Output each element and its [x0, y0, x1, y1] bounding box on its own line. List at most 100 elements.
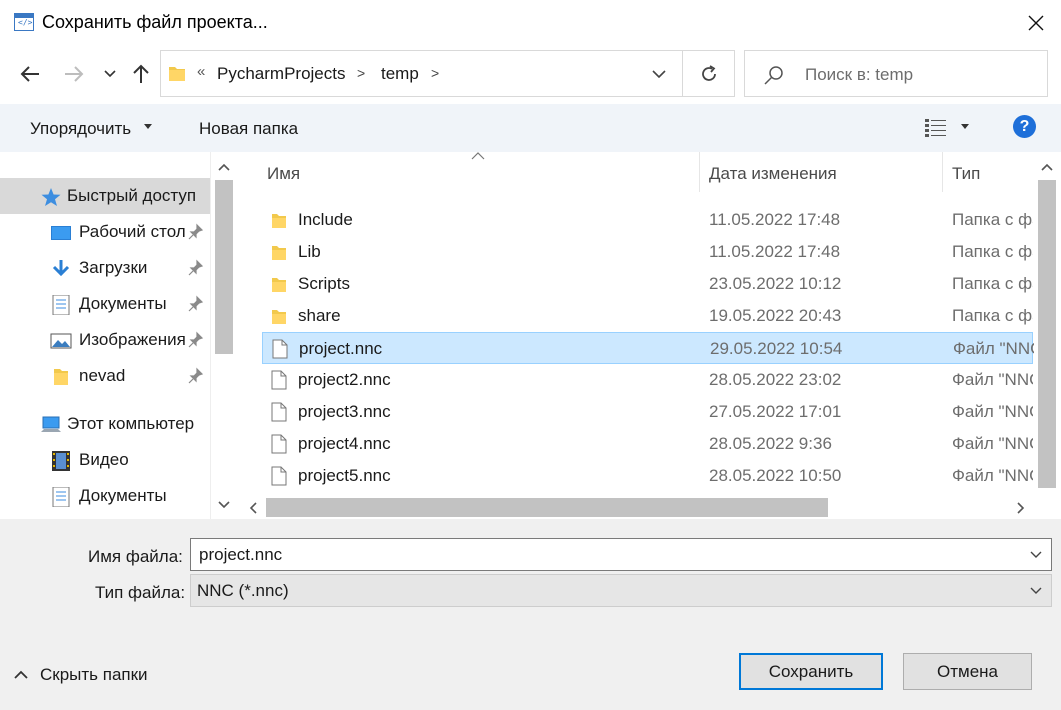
sidebar-item-desktop[interactable]: Рабочий стол — [0, 214, 210, 250]
file-date: 19.05.2022 20:43 — [709, 306, 842, 325]
column-type[interactable]: Тип — [952, 164, 980, 184]
file-list-horizontal-scrollbar[interactable] — [240, 495, 1037, 519]
save-options-panel: Имя файла: project.nnc Тип файла: NNC (*… — [0, 519, 1061, 710]
arrow-up-icon — [133, 64, 149, 83]
scroll-right-button[interactable] — [1012, 499, 1030, 517]
download-icon — [52, 260, 70, 277]
pin-icon[interactable] — [188, 295, 204, 313]
pin-icon[interactable] — [188, 367, 204, 385]
sidebar-item-quick-access[interactable]: Быстрый доступ — [0, 178, 210, 214]
file-icon — [271, 434, 287, 454]
organize-button[interactable]: Упорядочить — [30, 119, 131, 139]
sidebar-item-label: Этот компьютер — [67, 414, 195, 433]
file-row[interactable]: project5.nnc 28.05.2022 10:50 Файл "NNC" — [262, 460, 1033, 492]
chevron-up-icon — [218, 163, 230, 171]
back-button[interactable] — [16, 60, 44, 88]
folder-icon — [272, 310, 286, 324]
scroll-thumb[interactable] — [1038, 180, 1056, 488]
folder-icon — [272, 278, 286, 292]
scroll-thumb[interactable] — [215, 180, 233, 354]
sidebar-item-label: Рабочий стол — [79, 222, 185, 241]
folder-icon — [169, 67, 185, 81]
chevron-down-icon — [218, 501, 230, 509]
file-name: project.nnc — [299, 339, 383, 358]
sidebar-item-downloads[interactable]: Загрузки — [0, 250, 210, 286]
caret-down-icon[interactable] — [961, 124, 969, 129]
filetype-dropdown-button[interactable] — [1027, 582, 1045, 600]
file-type: Папка с файлами — [952, 274, 1033, 293]
filename-value[interactable]: project.nnc — [199, 545, 282, 565]
pin-icon[interactable] — [188, 331, 204, 349]
sidebar-item-documents-pc[interactable]: Документы — [0, 478, 210, 514]
caret-down-icon[interactable] — [144, 124, 152, 129]
column-divider[interactable] — [699, 152, 700, 192]
column-name[interactable]: Имя — [267, 164, 300, 184]
file-row[interactable]: share 19.05.2022 20:43 Папка с файлами — [262, 300, 1033, 332]
column-date[interactable]: Дата изменения — [709, 164, 837, 184]
breadcrumb-separator[interactable]: > — [357, 65, 365, 81]
sidebar-item-label: Загрузки — [79, 258, 148, 277]
sidebar-item-pictures[interactable]: Изображения — [0, 322, 210, 358]
sidebar-item-nevad[interactable]: nevad — [0, 358, 210, 394]
file-date: 27.05.2022 17:01 — [709, 402, 842, 421]
scroll-thumb[interactable] — [266, 498, 828, 517]
breadcrumb-overflow[interactable]: « — [197, 63, 205, 80]
file-row[interactable]: Include 11.05.2022 17:48 Папка с файлами — [262, 204, 1033, 236]
scroll-up-button[interactable] — [211, 158, 237, 176]
breadcrumb-separator[interactable]: > — [431, 65, 439, 81]
address-dropdown-button[interactable] — [647, 63, 671, 85]
file-date: 11.05.2022 17:48 — [709, 210, 841, 229]
file-date: 11.05.2022 17:48 — [709, 242, 841, 261]
filename-dropdown-button[interactable] — [1027, 546, 1045, 564]
pin-icon[interactable] — [188, 259, 204, 277]
column-divider[interactable] — [942, 152, 943, 192]
scroll-up-button[interactable] — [1033, 158, 1061, 176]
breadcrumb-item[interactable]: PycharmProjects — [217, 64, 345, 84]
column-header: Имя Дата изменения Тип — [236, 152, 1033, 196]
sidebar-item-label: Документы — [79, 486, 167, 505]
close-button[interactable] — [1010, 0, 1061, 46]
address-bar[interactable]: « PycharmProjects > temp > — [160, 50, 735, 97]
forward-button[interactable] — [60, 60, 88, 88]
filetype-label: Тип файла: — [95, 583, 186, 602]
file-date: 28.05.2022 10:50 — [709, 466, 842, 485]
file-type: Папка с файлами — [952, 306, 1033, 325]
search-input[interactable]: Поиск в: temp — [744, 50, 1048, 97]
recent-locations-button[interactable] — [100, 62, 120, 86]
computer-icon — [41, 416, 61, 432]
hide-folders-label: Скрыть папки — [40, 665, 148, 684]
file-list-vertical-scrollbar[interactable] — [1033, 152, 1061, 497]
file-row[interactable]: project2.nnc 28.05.2022 23:02 Файл "NNC" — [262, 364, 1033, 396]
refresh-button[interactable] — [683, 51, 735, 96]
save-button[interactable]: Сохранить — [739, 653, 883, 690]
file-name: Scripts — [298, 274, 350, 293]
sidebar-item-this-pc[interactable]: Этот компьютер — [0, 406, 210, 442]
file-name: project4.nnc — [298, 434, 391, 453]
toolbar: Упорядочить Новая папка ? — [0, 104, 1061, 152]
scroll-left-button[interactable] — [244, 499, 262, 517]
breadcrumb-item[interactable]: temp — [381, 64, 419, 84]
filename-input[interactable]: project.nnc — [190, 538, 1052, 571]
view-list-icon[interactable] — [924, 118, 948, 138]
sidebar-scrollbar[interactable] — [210, 152, 236, 519]
sidebar-item-video[interactable]: Видео — [0, 442, 210, 478]
file-row[interactable]: Scripts 23.05.2022 10:12 Папка с файлами — [262, 268, 1033, 300]
arrow-left-icon — [20, 66, 39, 82]
file-icon — [272, 339, 288, 359]
filetype-select[interactable]: NNC (*.nnc) — [190, 574, 1052, 607]
file-row-selected[interactable]: project.nnc 29.05.2022 10:54 Файл "NNC" — [262, 332, 1034, 364]
sidebar-item-documents[interactable]: Документы — [0, 286, 210, 322]
chevron-left-icon — [249, 502, 257, 514]
scroll-down-button[interactable] — [211, 496, 237, 514]
arrow-right-icon — [65, 66, 84, 82]
file-row[interactable]: project3.nnc 27.05.2022 17:01 Файл "NNC" — [262, 396, 1033, 428]
cancel-button[interactable]: Отмена — [903, 653, 1032, 690]
pin-icon[interactable] — [188, 223, 204, 241]
file-row[interactable]: project4.nnc 28.05.2022 9:36 Файл "NNC" — [262, 428, 1033, 460]
help-button[interactable]: ? — [1013, 115, 1036, 138]
new-folder-button[interactable]: Новая папка — [199, 119, 298, 139]
up-button[interactable] — [128, 60, 154, 88]
file-name: Lib — [298, 242, 321, 261]
file-row[interactable]: Lib 11.05.2022 17:48 Папка с файлами — [262, 236, 1033, 268]
file-type: Папка с файлами — [952, 242, 1033, 261]
